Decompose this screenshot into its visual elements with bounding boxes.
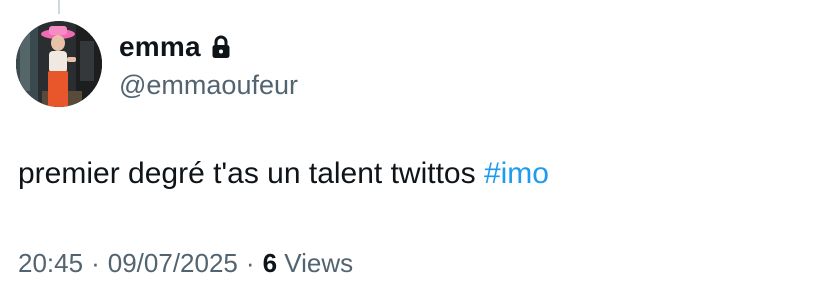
meta-separator: · (245, 248, 255, 278)
tweet-metadata: 20:45 · 09/07/2025 · 6 Views (18, 247, 353, 279)
author-identity: emma @emmaoufeur (119, 30, 298, 102)
author-display-name[interactable]: emma (119, 30, 201, 64)
thread-connector-line (58, 0, 60, 14)
author-handle[interactable]: @emmaoufeur (119, 68, 298, 102)
tweet-date[interactable]: 09/07/2025 (108, 248, 238, 278)
tweet-time[interactable]: 20:45 (18, 248, 83, 278)
hashtag-link[interactable]: #imo (484, 157, 549, 190)
lock-icon (211, 35, 231, 59)
meta-separator: · (91, 248, 100, 278)
views-count: 6 (262, 248, 278, 278)
name-row: emma (119, 30, 298, 64)
tweet-text: premier degré t'as un talent twittos #im… (18, 155, 549, 193)
views-label: Views (284, 248, 354, 278)
avatar-photo (16, 21, 102, 107)
avatar[interactable] (16, 21, 102, 107)
tweet-body: premier degré t'as un talent twittos (18, 157, 484, 190)
